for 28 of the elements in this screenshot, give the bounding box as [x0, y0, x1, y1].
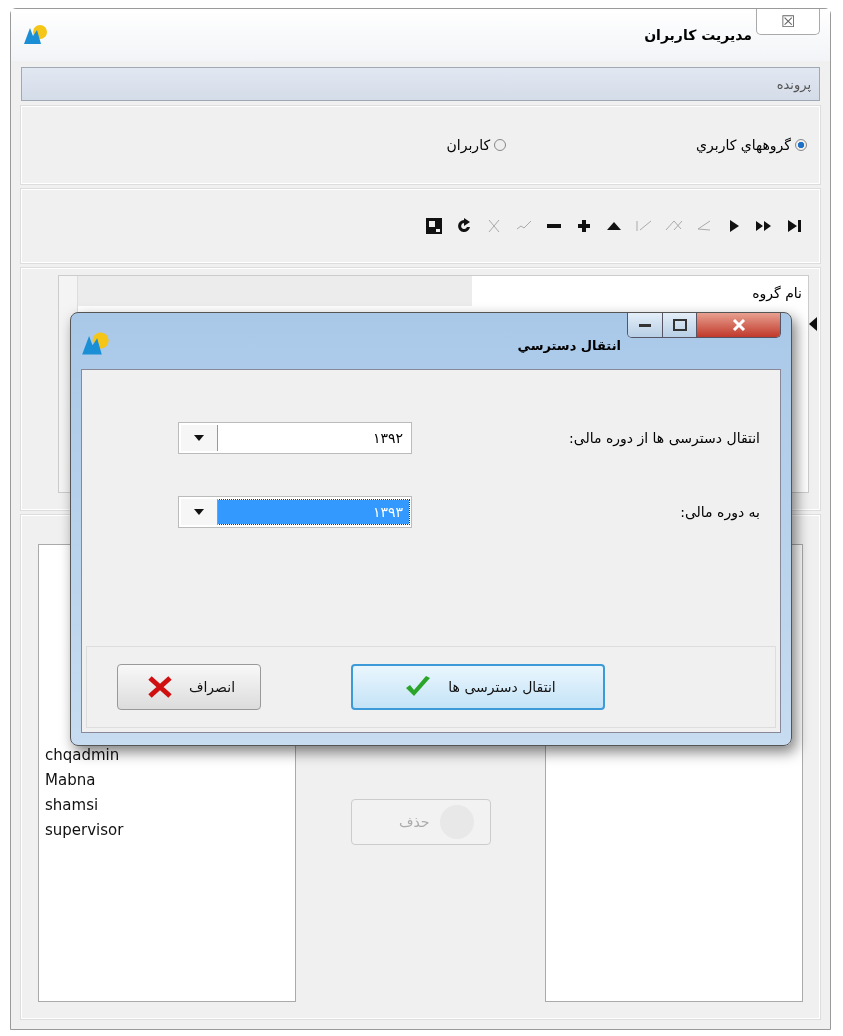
minimize-button[interactable] [628, 313, 662, 337]
window-title: مدیریت کاربران [644, 27, 752, 43]
field-label: به دوره مالی: [679, 504, 760, 520]
radio-option[interactable]: کاربران [446, 137, 507, 153]
settings-icon[interactable] [425, 217, 443, 235]
cancel-button[interactable]: انصراف [117, 664, 261, 710]
dialog-title: انتقال دسترسي [517, 337, 621, 353]
list-item[interactable]: chqadmin [45, 743, 289, 768]
field-label: انتقال دسترسی ها از دوره مالی: [568, 430, 760, 446]
refresh-icon[interactable] [455, 217, 473, 235]
dropdown-arrow-icon [194, 509, 204, 515]
logo-icon [81, 331, 111, 357]
menu-item[interactable]: پرونده [776, 76, 811, 92]
plus-icon[interactable] [575, 217, 593, 235]
cross-icon [146, 676, 173, 698]
list-item[interactable]: shamsi [45, 793, 289, 818]
list-item[interactable]: Mabna [45, 768, 289, 793]
close-button[interactable]: ☒ [756, 9, 820, 35]
close-icon [731, 319, 746, 331]
list-item[interactable]: supervisor [45, 818, 289, 843]
radio-option[interactable]: گروههاي کاربري [696, 137, 807, 153]
close-button[interactable] [696, 313, 780, 337]
period-dropdown[interactable]: ۱۳۹۲ [178, 422, 412, 454]
dropdown-arrow-icon [194, 435, 204, 441]
maximize-button[interactable] [662, 313, 696, 337]
logo-icon [23, 24, 49, 46]
transfer-button[interactable]: انتقال دسترسی ها [351, 664, 605, 710]
end-icon[interactable] [785, 217, 803, 235]
